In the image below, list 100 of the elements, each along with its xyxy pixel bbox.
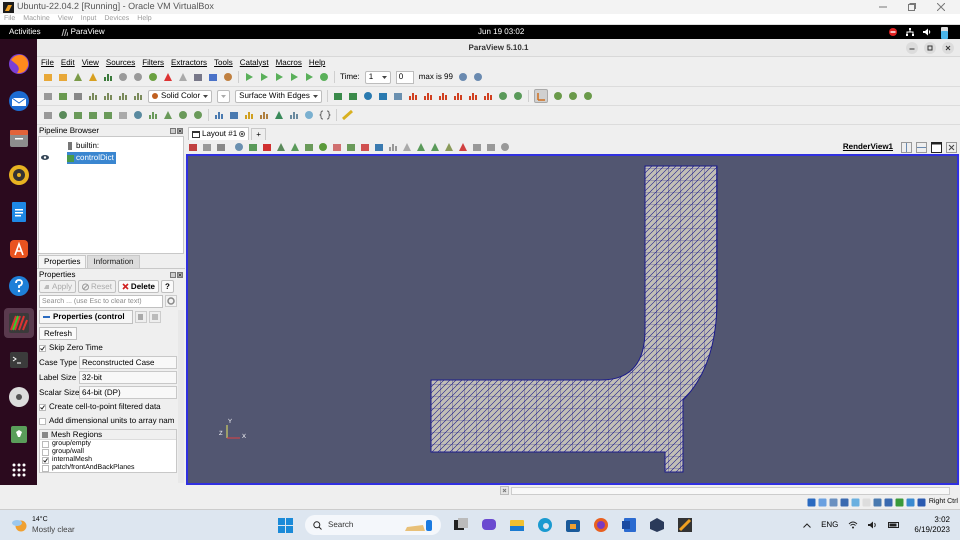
menu-item[interactable]: View bbox=[82, 56, 99, 68]
toolbar-icon[interactable] bbox=[468, 91, 478, 101]
checkbox[interactable] bbox=[39, 418, 46, 424]
language-indicator[interactable]: ENG bbox=[821, 519, 838, 531]
layout-tab[interactable]: Layout #1 bbox=[188, 127, 250, 140]
help-button[interactable]: ? bbox=[160, 280, 174, 293]
dropdown[interactable]: 64-bit (DP) bbox=[79, 386, 177, 399]
toolbar-icon[interactable] bbox=[512, 91, 523, 101]
clock[interactable]: Jun 19 03:02 bbox=[478, 26, 524, 38]
copy-icon[interactable] bbox=[135, 311, 147, 323]
menu-item[interactable]: File bbox=[41, 56, 54, 68]
refresh-button[interactable]: Refresh bbox=[39, 327, 77, 340]
field-label: Case Type bbox=[39, 356, 77, 368]
task-view-icon[interactable] bbox=[453, 517, 469, 533]
wifi-icon[interactable] bbox=[848, 521, 858, 529]
toolbar-icon[interactable] bbox=[568, 91, 578, 101]
checkbox[interactable] bbox=[39, 344, 46, 352]
close-view-icon[interactable] bbox=[946, 142, 957, 152]
ruler-icon[interactable] bbox=[342, 110, 354, 120]
browser-icon[interactable] bbox=[593, 517, 609, 533]
weather-moon-icon bbox=[11, 518, 27, 532]
checkbox[interactable] bbox=[39, 404, 46, 410]
braces-icon[interactable] bbox=[319, 110, 331, 120]
delete-button[interactable]: Delete bbox=[118, 280, 159, 293]
component-combo[interactable] bbox=[217, 90, 230, 102]
dropdown[interactable]: 32-bit bbox=[79, 371, 177, 384]
checkbox[interactable] bbox=[42, 440, 49, 448]
pipeline-item[interactable]: builtin: bbox=[67, 140, 102, 152]
battery-icon[interactable] bbox=[888, 521, 900, 529]
menu-item[interactable]: Sources bbox=[106, 56, 136, 68]
toolbar-icon[interactable] bbox=[362, 91, 373, 101]
split-horizontal-icon[interactable] bbox=[901, 142, 912, 152]
menu-item[interactable]: Catalyst bbox=[240, 56, 269, 68]
toolbar-icon[interactable] bbox=[332, 91, 343, 101]
scrollbar[interactable] bbox=[178, 310, 184, 483]
activities-button[interactable]: Activities bbox=[9, 26, 41, 38]
close-icon[interactable] bbox=[177, 128, 183, 134]
dropdown[interactable]: Reconstructed Case bbox=[79, 356, 177, 369]
restore-button[interactable] bbox=[924, 42, 936, 54]
maximize-icon[interactable] bbox=[931, 142, 942, 152]
toolbar-icon[interactable] bbox=[408, 91, 418, 101]
toolbar-icon[interactable] bbox=[422, 91, 433, 101]
checkbox[interactable] bbox=[42, 464, 49, 472]
section-header[interactable]: Properties (control bbox=[39, 310, 133, 324]
float-icon[interactable] bbox=[170, 128, 176, 134]
settings-icon[interactable] bbox=[165, 295, 177, 307]
pipeline-item[interactable]: controlDict bbox=[67, 152, 116, 164]
time-combo[interactable]: 1 bbox=[364, 70, 391, 84]
minimize-button[interactable] bbox=[906, 42, 918, 54]
toolbar-icon[interactable] bbox=[378, 91, 388, 101]
eye-icon[interactable] bbox=[41, 155, 49, 160]
panel-tab[interactable]: Information bbox=[87, 255, 140, 268]
time-index-spinbox[interactable]: 0 bbox=[396, 70, 414, 84]
paste-icon[interactable] bbox=[149, 311, 161, 323]
toolbar-icon[interactable] bbox=[452, 91, 463, 101]
toolbar-icon[interactable] bbox=[472, 72, 483, 82]
float-icon[interactable] bbox=[170, 272, 176, 278]
close-icon[interactable] bbox=[937, 3, 945, 11]
window-icon bbox=[192, 130, 200, 138]
split-vertical-icon[interactable] bbox=[916, 142, 927, 152]
center-axes-toggle[interactable] bbox=[534, 89, 548, 103]
checkbox[interactable] bbox=[42, 448, 49, 456]
color-by-combo[interactable]: Solid Color bbox=[148, 90, 212, 102]
new-tab-button[interactable]: + bbox=[251, 128, 266, 140]
scroll-arrow-icon[interactable] bbox=[500, 486, 509, 495]
taskbar-time[interactable]: 3:02 bbox=[934, 515, 950, 525]
app-grid-icon[interactable] bbox=[12, 463, 26, 477]
panel-title: Properties bbox=[39, 268, 76, 280]
toolbar-icon[interactable] bbox=[482, 91, 493, 101]
paraview-icon[interactable] bbox=[4, 308, 34, 338]
app-menu[interactable]: ParaView bbox=[70, 26, 105, 38]
checkbox[interactable] bbox=[42, 456, 49, 464]
menu-item[interactable]: Edit bbox=[60, 56, 75, 68]
menu-item[interactable]: Help bbox=[308, 56, 326, 68]
menu-item[interactable]: Extractors bbox=[171, 56, 208, 68]
start-icon[interactable] bbox=[278, 518, 293, 532]
paraview-icon[interactable] bbox=[677, 517, 693, 533]
restore-icon[interactable] bbox=[908, 3, 916, 11]
menu-item[interactable]: Macros bbox=[276, 56, 302, 68]
menu-item[interactable]: Tools bbox=[214, 56, 233, 68]
toolbar-icon[interactable] bbox=[498, 91, 508, 101]
representation-combo[interactable]: Surface With Edges bbox=[235, 90, 322, 102]
close-button[interactable] bbox=[942, 42, 954, 54]
chevron-up-icon[interactable] bbox=[803, 522, 812, 528]
search-bar[interactable]: Search bbox=[305, 515, 441, 535]
folder-icon[interactable] bbox=[509, 517, 525, 533]
scrollbar[interactable] bbox=[511, 486, 950, 494]
panel-tab[interactable]: Properties bbox=[38, 255, 86, 268]
toolbar-icon[interactable] bbox=[438, 91, 448, 101]
toolbar-icon[interactable] bbox=[348, 91, 358, 101]
speaker-icon[interactable] bbox=[868, 521, 878, 529]
toolbar-icon[interactable] bbox=[552, 91, 563, 101]
toolbar-icon[interactable] bbox=[582, 91, 593, 101]
toolbar-icon[interactable] bbox=[392, 91, 403, 101]
delete-x-icon bbox=[122, 282, 129, 290]
close-icon[interactable] bbox=[177, 272, 183, 278]
toolbar-icon[interactable] bbox=[458, 72, 468, 82]
taskbar-date[interactable]: 6/19/2023 bbox=[914, 525, 950, 535]
menu-item[interactable]: Filters bbox=[142, 56, 164, 68]
caret-icon bbox=[382, 76, 387, 78]
